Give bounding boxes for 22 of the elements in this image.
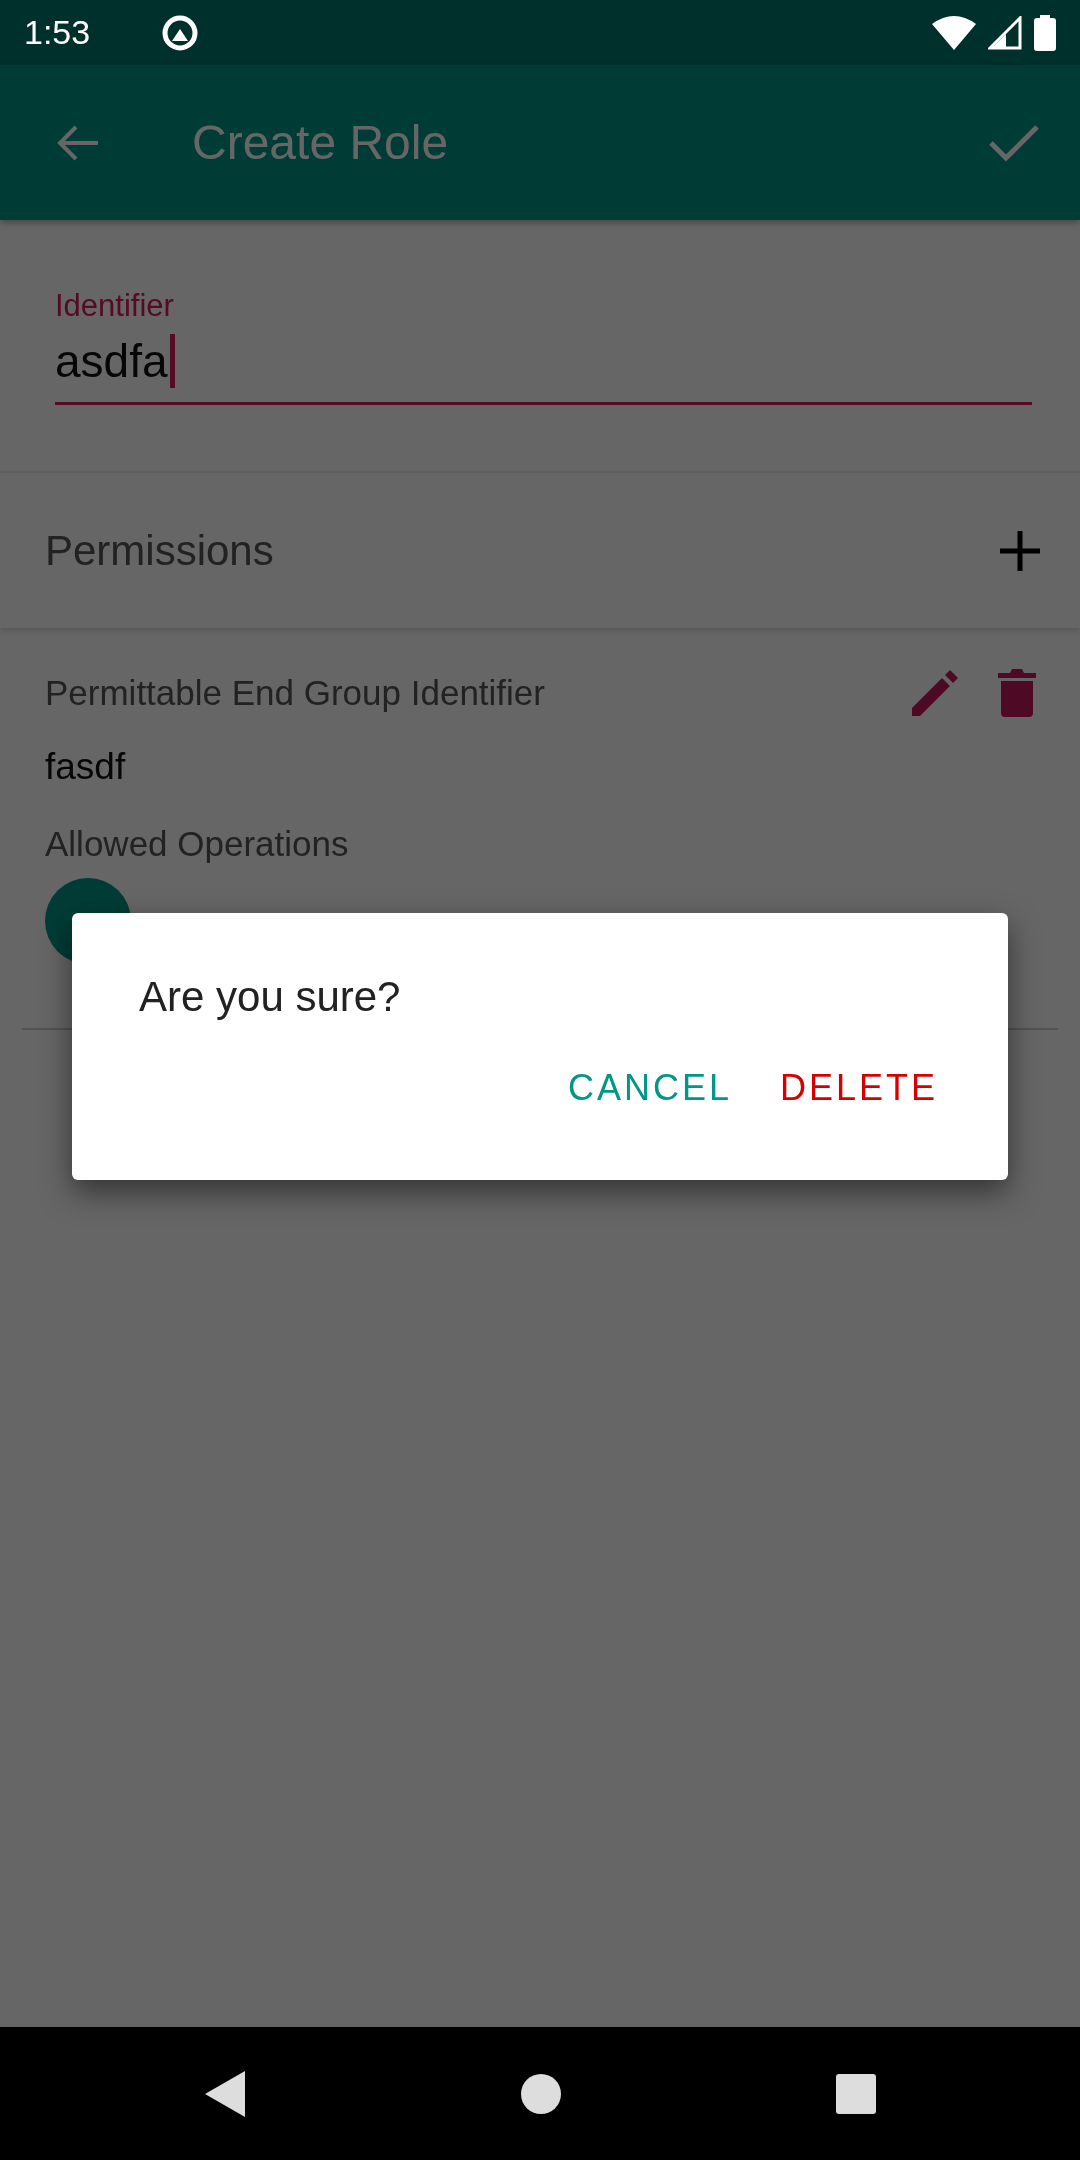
section-title: Permissions	[45, 526, 274, 575]
back-nav-icon[interactable]	[205, 2070, 245, 2117]
dialog-message: Are you sure?	[139, 973, 402, 1021]
wifi-icon	[932, 15, 976, 50]
check-icon[interactable]	[988, 122, 1040, 163]
delete-icon[interactable]	[998, 669, 1036, 717]
add-icon[interactable]	[998, 528, 1042, 573]
screen-title: Create Role	[192, 115, 450, 170]
recents-icon[interactable]	[836, 2073, 876, 2114]
permission-value: fasdf	[45, 746, 127, 788]
signal-icon	[988, 15, 1022, 50]
identifier-field[interactable]: Identifier asdfa	[55, 288, 1032, 405]
clock-time: 1:53	[24, 13, 91, 52]
operations-label: Allowed Operations	[45, 824, 350, 864]
dialog-button[interactable]: CANCEL	[553, 1059, 746, 1117]
dialog-button[interactable]: DELETE	[765, 1059, 952, 1117]
field-value: asdfa	[55, 334, 168, 388]
edit-icon[interactable]	[910, 668, 960, 718]
home-icon[interactable]	[520, 2073, 561, 2114]
field-label: Identifier	[55, 288, 175, 324]
permission-label: Permittable End Group Identifier	[45, 673, 546, 713]
battery-icon	[1034, 14, 1056, 51]
